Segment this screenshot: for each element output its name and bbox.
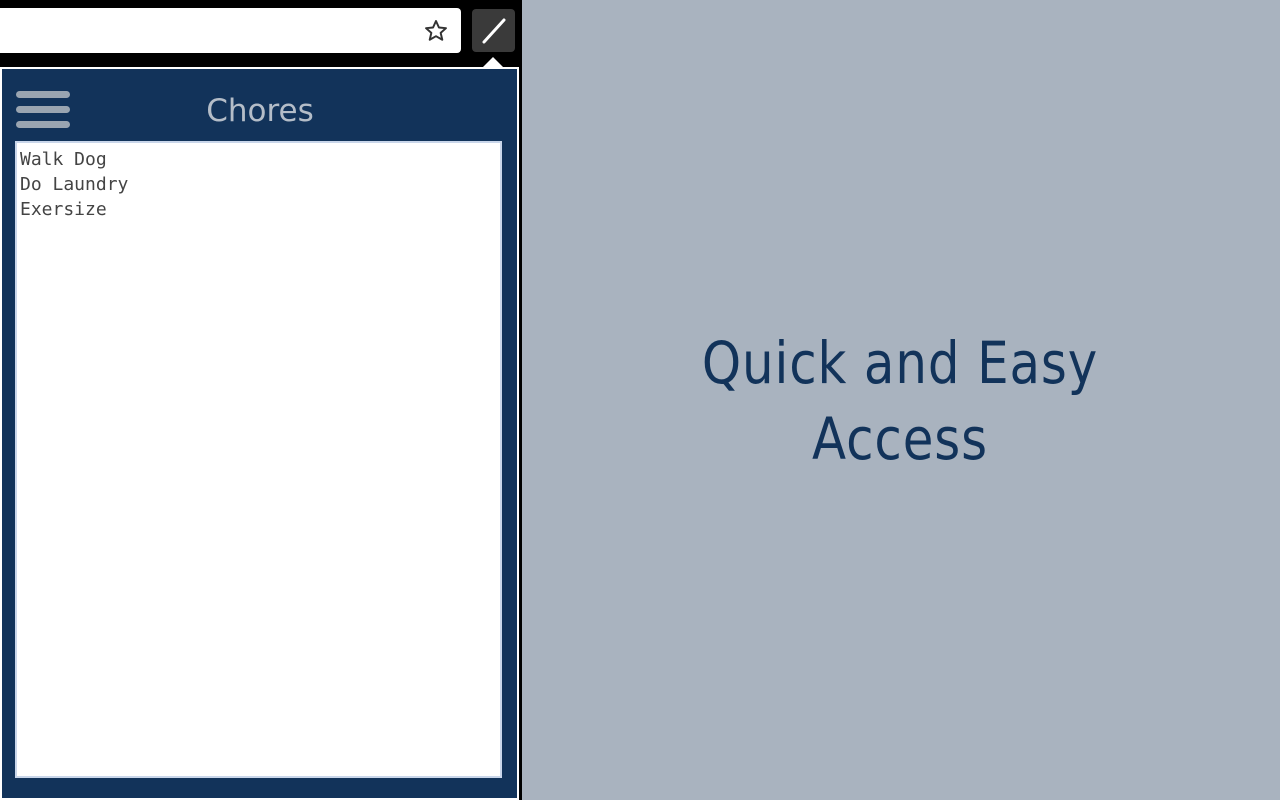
extension-button[interactable] [472,9,515,52]
note-textarea[interactable]: Walk Dog Do Laundry Exersize [15,141,502,778]
extension-popup: Chores Walk Dog Do Laundry Exersize [0,67,519,800]
promo-tagline: Quick and Easy Access [701,329,1099,473]
browser-area: Chores Walk Dog Do Laundry Exersize [0,0,522,800]
address-bar[interactable] [0,8,461,53]
popup-caret [483,57,503,67]
star-outline-icon[interactable] [423,18,449,44]
popup-panel: Chores Walk Dog Do Laundry Exersize [2,69,517,798]
note-title[interactable]: Chores [122,89,398,133]
pencil-icon [482,18,505,43]
hamburger-menu-icon[interactable] [16,91,70,131]
